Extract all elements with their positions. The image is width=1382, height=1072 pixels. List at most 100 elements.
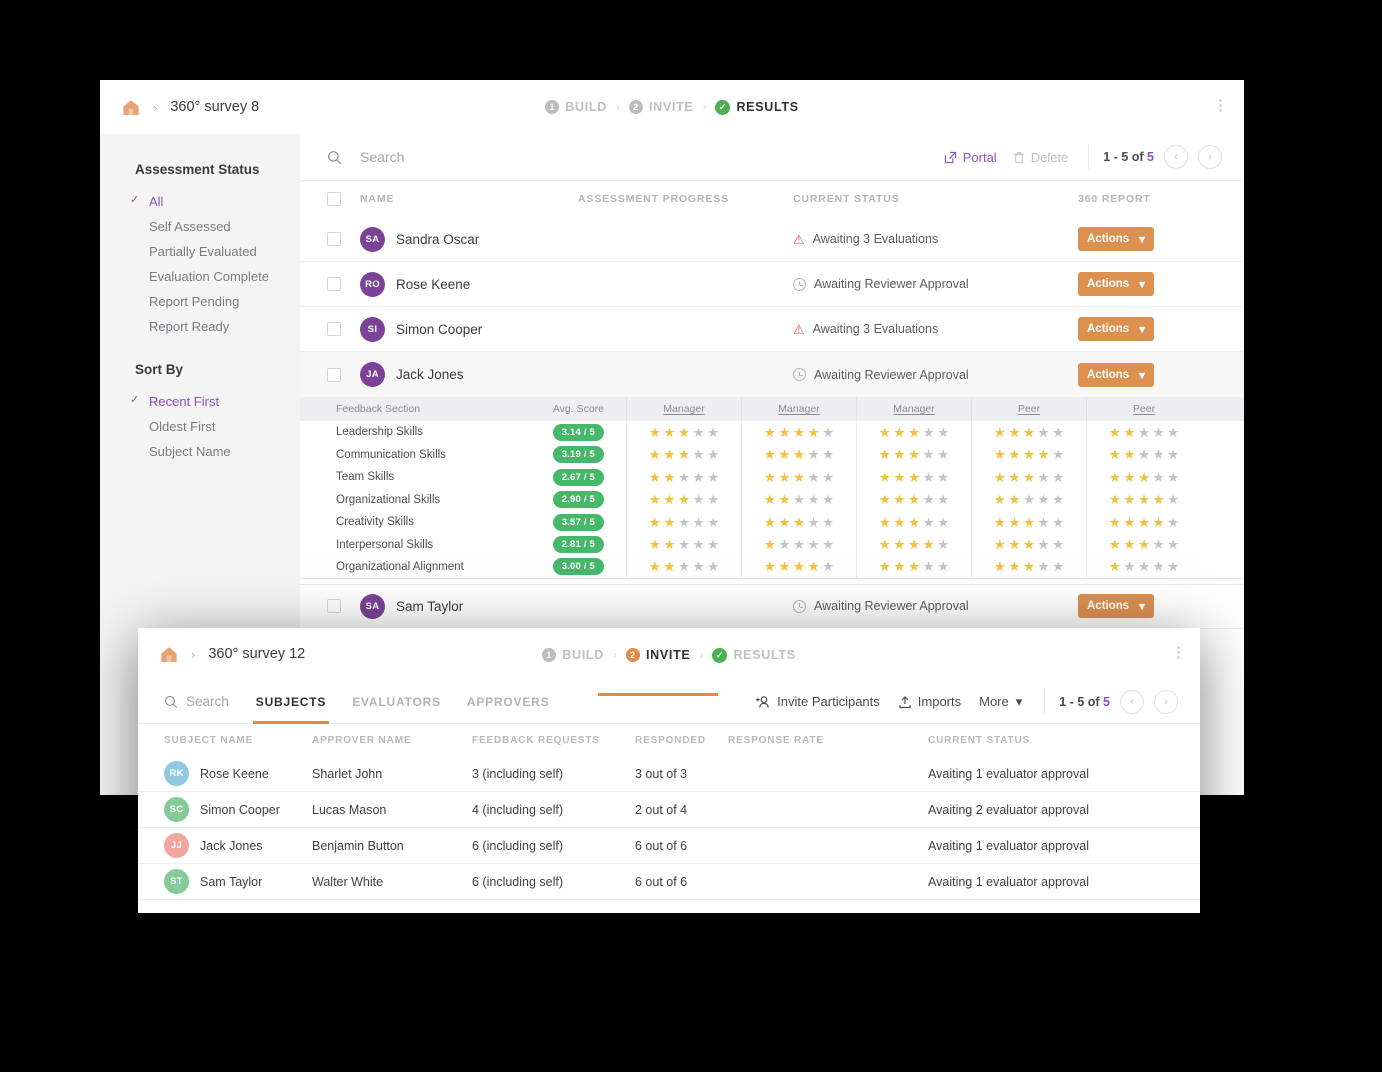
portal-label: Portal — [962, 149, 997, 165]
sidebar-item-recent-first[interactable]: Recent First — [130, 389, 300, 414]
invite-participants-button[interactable]: Invite Participants — [756, 694, 880, 709]
table-row[interactable]: SI Simon Cooper ⚠ Awaiting 3 Evaluations… — [300, 307, 1244, 352]
star-icon: ★ — [1137, 514, 1151, 530]
sidebar-item-partially-evaluated[interactable]: Partially Evaluated — [135, 239, 300, 264]
subject-cell: SA Sandra Oscar — [360, 226, 578, 252]
pager-range: 1 - 5 of 5 — [1103, 150, 1154, 164]
subject-name: Sam Taylor — [200, 874, 263, 889]
actions-button[interactable]: Actions ▾ — [1078, 317, 1154, 341]
row-checkbox[interactable] — [327, 277, 341, 291]
column-feedback-requests: FEEDBACK REQUESTS — [472, 734, 600, 746]
avatar: SI — [360, 316, 385, 342]
star-icon: ★ — [893, 514, 906, 530]
next-page-button[interactable]: › — [1154, 689, 1178, 714]
step-build[interactable]: 1 BUILD — [542, 648, 604, 662]
row-checkbox[interactable] — [327, 322, 341, 336]
step-invite[interactable]: 2 INVITE — [597, 648, 719, 696]
table-row[interactable]: JJ Jack Jones Benjamin Button 6 (including … — [138, 828, 1200, 864]
search-input[interactable]: Search — [164, 694, 229, 709]
step-results-label: RESULTS — [736, 100, 799, 114]
row-checkbox[interactable] — [327, 367, 341, 382]
star-icon: ★ — [993, 447, 1006, 462]
star-icon: ★ — [763, 514, 776, 530]
home-icon[interactable] — [160, 646, 178, 663]
step-results[interactable]: ✓ RESULTS — [681, 99, 833, 150]
delete-button[interactable]: Delete — [1013, 150, 1068, 165]
row-checkbox[interactable] — [327, 232, 341, 246]
actions-button[interactable]: Actions ▾ — [1078, 594, 1154, 618]
imports-label: Imports — [917, 694, 962, 709]
star-icon: ★ — [663, 492, 676, 507]
next-page-button[interactable]: › — [1198, 145, 1222, 169]
subject-name: Sandra Oscar — [396, 231, 480, 247]
invite-participants-label: Invite Participants — [777, 694, 880, 709]
feedback-row: Communication Skills 3.19 / 5 ★ ★ ★ ★ ★ ★ ★ ★ ★ ★ ★ ★… — [300, 443, 1244, 466]
home-icon[interactable] — [122, 99, 140, 116]
star-icon: ★ — [707, 469, 720, 485]
select-all-checkbox[interactable] — [327, 192, 341, 206]
table-header: NAME ASSESSMENT PROGRESS CURRENT STATUS … — [300, 181, 1244, 217]
tab-evaluators[interactable]: EVALUATORS — [339, 680, 454, 724]
page-title: 360° survey 8 — [170, 99, 260, 115]
tab-approvers[interactable]: APPROVERS — [454, 680, 563, 724]
tab-subjects[interactable]: SUBJECTS — [243, 680, 339, 724]
star-icon: ★ — [692, 492, 705, 507]
sidebar-item-report-ready[interactable]: Report Ready — [135, 314, 300, 339]
table-row[interactable]: RK Rose Keene Sharlet John 3 (including sel… — [138, 756, 1200, 792]
table-row[interactable]: JA Jack Jones Awaiting Reviewer Approval… — [300, 352, 1244, 397]
sidebar-item-subject-name[interactable]: Subject Name — [135, 439, 300, 464]
star-icon: ★ — [1152, 447, 1165, 462]
sidebar-item-self-assessed[interactable]: Self Assessed — [135, 214, 300, 239]
sidebar-item-all[interactable]: All — [130, 189, 300, 214]
sidebar-item-report-pending[interactable]: Report Pending — [135, 289, 300, 314]
clock-icon — [793, 368, 806, 381]
step-results[interactable]: ✓ RESULTS — [712, 647, 795, 663]
star-icon: ★ — [792, 469, 806, 485]
actions-button[interactable]: Actions ▾ — [1078, 272, 1154, 296]
evaluator-header-3[interactable]: Manager — [856, 397, 971, 421]
star-icon: ★ — [1123, 469, 1136, 485]
evaluator-header-1[interactable]: Manager — [626, 397, 741, 421]
prev-page-button[interactable]: ‹ — [1120, 689, 1144, 714]
rating-cell-5: ★ ★ ★ ★ ★ — [1086, 421, 1201, 444]
more-dropdown[interactable]: More ▾ — [979, 694, 1022, 710]
actions-button[interactable]: Actions ▾ — [1078, 362, 1154, 387]
more-options-icon[interactable] — [1219, 99, 1222, 112]
prev-page-button[interactable]: ‹ — [1164, 145, 1188, 169]
star-icon: ★ — [1052, 559, 1065, 574]
status-text: Awaiting 3 Evaluations — [812, 232, 939, 246]
star-icon: ★ — [763, 492, 776, 507]
more-options-icon[interactable] — [1177, 646, 1180, 659]
actions-button[interactable]: Actions ▾ — [1078, 227, 1154, 251]
star-icon: ★ — [778, 559, 791, 574]
sidebar-item-evaluation-complete[interactable]: Evaluation Complete — [135, 264, 300, 289]
search-input[interactable]: Search — [360, 149, 944, 165]
table-row[interactable]: SA Sam Taylor Awaiting Reviewer Approval… — [300, 583, 1244, 629]
column-approver-name: APPROVER NAME — [312, 734, 412, 746]
evaluator-header-2[interactable]: Manager — [741, 397, 856, 421]
feedback-row: Organizational Alignment 3.00 / 5 ★ ★ ★ ★ ★ ★ ★ ★… — [300, 555, 1244, 579]
evaluator-header-4[interactable]: Peer — [971, 397, 1086, 421]
table-row[interactable]: ST Sam Taylor Walter White 6 (including sel… — [138, 864, 1200, 900]
table-row[interactable]: SC Simon Cooper Lucas Mason 4 (including se… — [138, 792, 1200, 828]
star-icon: ★ — [878, 514, 891, 530]
step-invite[interactable]: 2 INVITE — [628, 100, 693, 114]
portal-button[interactable]: Portal — [944, 150, 997, 165]
star-icon: ★ — [763, 537, 776, 552]
table-row[interactable]: RO Rose Keene Awaiting Reviewer Approval… — [300, 262, 1244, 307]
star-icon: ★ — [1137, 424, 1151, 440]
table-row[interactable]: SA Sandra Oscar ⚠ Awaiting 3 Evaluations… — [300, 217, 1244, 262]
sidebar-item-oldest-first[interactable]: Oldest First — [135, 414, 300, 439]
rating-cell-4: ★ ★ ★ ★ ★ — [971, 533, 1086, 556]
step-build[interactable]: 1 BUILD — [545, 100, 607, 114]
evaluator-header-5[interactable]: Peer — [1086, 397, 1201, 421]
screenshot-stage: › 360° survey 8 1 BUILD › 2 INVITE › ✓ R… — [0, 0, 1382, 1072]
rating-cell-3: ★ ★ ★ ★ ★ — [856, 488, 971, 511]
pagination: 1 - 5 of 5 ‹ › — [1044, 689, 1178, 714]
imports-button[interactable]: Imports — [898, 694, 961, 709]
score-badge: 3.57 / 5 — [552, 513, 604, 531]
row-select-cell — [308, 232, 360, 246]
star-icon: ★ — [1022, 424, 1036, 440]
warning-icon: ⚠ — [793, 231, 805, 247]
row-checkbox[interactable] — [327, 599, 341, 613]
